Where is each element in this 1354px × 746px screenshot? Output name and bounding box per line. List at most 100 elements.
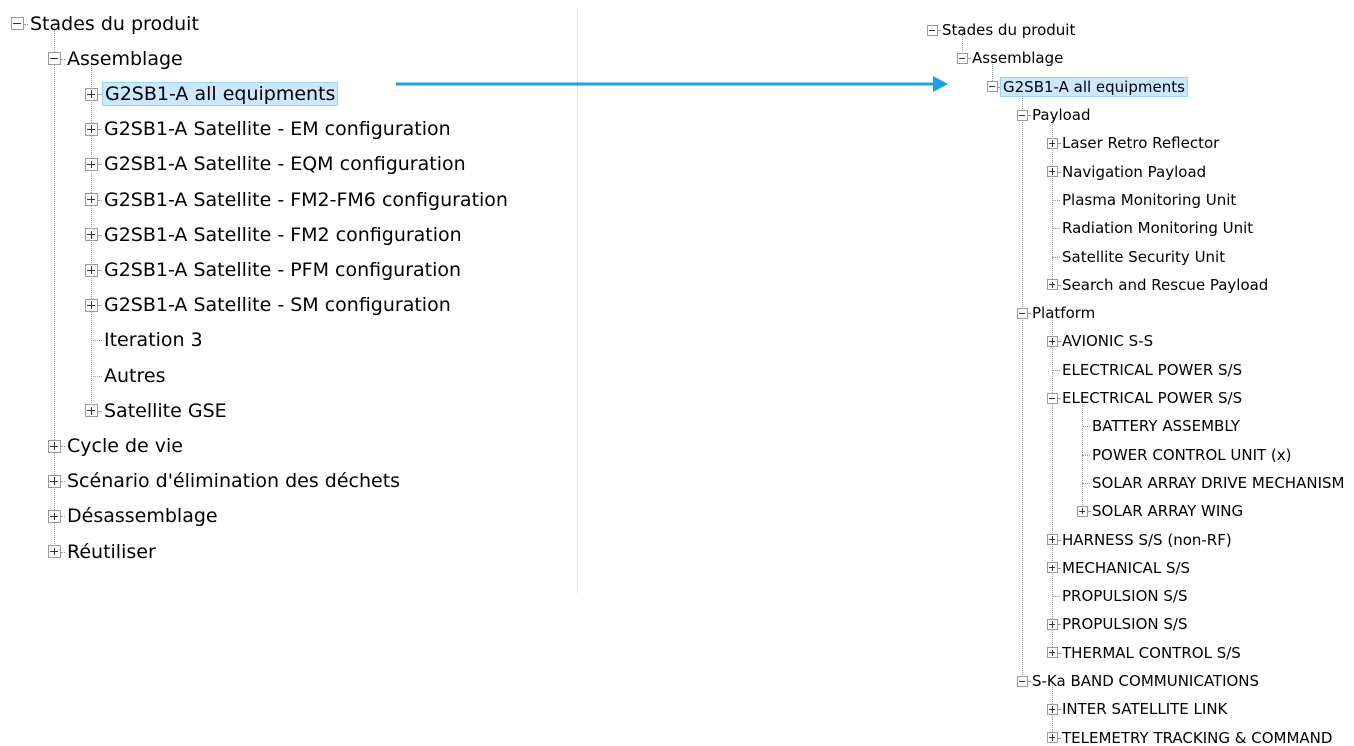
tree-guide-line <box>1022 86 1023 682</box>
tree-node-label[interactable]: Payload <box>1032 106 1091 124</box>
collapse-minus-icon[interactable] <box>1016 675 1028 687</box>
tree-node-label[interactable]: HARNESS S/S (non-RF) <box>1062 531 1232 549</box>
tree-connector <box>1057 737 1060 739</box>
tree-node-label[interactable]: Assemblage <box>67 48 183 70</box>
expand-plus-icon[interactable] <box>1046 137 1058 149</box>
expand-plus-icon[interactable] <box>84 404 98 418</box>
tree-connector <box>97 270 102 271</box>
tree-connector <box>1057 341 1060 343</box>
tree-node-label[interactable]: G2SB1-A Satellite - FM2 configuration <box>104 224 462 246</box>
tree-node-label[interactable]: TELEMETRY TRACKING & COMMAND <box>1062 729 1332 746</box>
expand-plus-icon[interactable] <box>1046 534 1058 546</box>
tree-node-label[interactable]: THERMAL CONTROL S/S <box>1062 644 1241 662</box>
tree-node-label[interactable]: Cycle de vie <box>67 435 183 457</box>
tree-node-label[interactable]: SOLAR ARRAY WING <box>1092 502 1243 520</box>
tree-node-label[interactable]: Réutiliser <box>67 541 156 563</box>
tree-connector <box>23 23 28 25</box>
tree-node-label[interactable]: G2SB1-A Satellite - PFM configuration <box>104 259 461 281</box>
tree-node-label[interactable]: MECHANICAL S/S <box>1062 559 1190 577</box>
expand-plus-icon[interactable] <box>1046 166 1058 178</box>
collapse-minus-icon[interactable] <box>956 52 968 64</box>
expand-plus-icon[interactable] <box>1046 732 1058 744</box>
expand-plus-icon[interactable] <box>1046 647 1058 659</box>
tree-connector <box>1057 624 1060 626</box>
tree-node-label[interactable]: Désassemblage <box>67 505 218 527</box>
collapse-minus-icon[interactable] <box>926 24 938 36</box>
tree-node-label[interactable]: G2SB1-A all equipments <box>102 82 339 106</box>
expand-plus-icon[interactable] <box>84 193 98 207</box>
tree-node-label[interactable]: Satellite Security Unit <box>1062 248 1225 266</box>
tree-node-label[interactable]: G2SB1-A Satellite - SM configuration <box>104 294 451 316</box>
tree-connector <box>1052 199 1060 201</box>
tree-node-label[interactable]: Laser Retro Reflector <box>1062 134 1219 152</box>
expand-plus-icon[interactable] <box>84 298 98 312</box>
tree-guide-line <box>54 23 55 552</box>
left-tree-view[interactable]: Stades du produit Assemblage G2SB1-A all e… <box>0 0 578 746</box>
tree-node-label[interactable]: Stades du produit <box>942 21 1075 39</box>
expand-plus-icon[interactable] <box>1046 279 1058 291</box>
tree-connector <box>1087 511 1090 513</box>
tree-connector <box>1057 143 1060 145</box>
tree-node-label[interactable]: Platform <box>1032 304 1095 322</box>
tree-node-label[interactable]: S-Ka BAND COMMUNICATIONS <box>1032 672 1259 690</box>
tree-connector <box>60 481 65 483</box>
tree-node-label[interactable]: Radiation Monitoring Unit <box>1062 219 1253 237</box>
expand-plus-icon[interactable] <box>47 439 61 453</box>
tree-node-label[interactable]: AVIONIC S-S <box>1062 332 1153 350</box>
expand-plus-icon[interactable] <box>47 509 61 523</box>
tree-connector <box>937 30 940 32</box>
expand-plus-icon[interactable] <box>84 228 98 242</box>
tree-node-label[interactable]: BATTERY ASSEMBLY <box>1092 417 1240 435</box>
expand-plus-icon[interactable] <box>1046 335 1058 347</box>
tree-node-label[interactable]: G2SB1-A all equipments <box>1000 76 1188 97</box>
tree-node-label[interactable]: G2SB1-A Satellite - EM configuration <box>104 118 451 140</box>
tree-node-label[interactable]: Search and Rescue Payload <box>1062 276 1268 294</box>
tree-connector <box>60 516 65 518</box>
collapse-minus-icon[interactable] <box>1016 109 1028 121</box>
expand-plus-icon[interactable] <box>84 87 98 101</box>
collapse-minus-icon[interactable] <box>1046 392 1058 404</box>
expand-plus-icon[interactable] <box>1046 562 1058 574</box>
expand-plus-icon[interactable] <box>1046 618 1058 630</box>
tree-connector <box>1052 256 1060 258</box>
tree-node-label[interactable]: POWER CONTROL UNIT (x) <box>1092 446 1292 464</box>
expand-plus-icon[interactable] <box>84 263 98 277</box>
tree-connector <box>1057 398 1060 400</box>
collapse-minus-icon[interactable] <box>10 17 24 31</box>
tree-node-label[interactable]: Plasma Monitoring Unit <box>1062 191 1236 209</box>
tree-node-label[interactable]: Iteration 3 <box>104 329 203 351</box>
collapse-minus-icon[interactable] <box>1016 307 1028 319</box>
tree-connector <box>97 164 102 166</box>
tree-node-label[interactable]: Navigation Payload <box>1062 163 1206 181</box>
expand-plus-icon[interactable] <box>47 474 61 488</box>
tree-node-label[interactable]: PROPULSION S/S <box>1062 587 1188 605</box>
tree-node-label[interactable]: G2SB1-A Satellite - EQM configuration <box>104 153 466 175</box>
tree-node-label[interactable]: Autres <box>104 365 165 387</box>
tree-connector <box>91 375 102 377</box>
expand-plus-icon[interactable] <box>1046 703 1058 715</box>
tree-connector <box>1057 284 1060 286</box>
expand-plus-icon[interactable] <box>84 122 98 136</box>
tree-connector <box>60 58 65 60</box>
collapse-minus-icon[interactable] <box>47 52 61 66</box>
expand-plus-icon[interactable] <box>47 545 61 559</box>
tree-connector <box>91 340 102 342</box>
tree-node-label[interactable]: Stades du produit <box>30 13 199 35</box>
tree-node-label[interactable]: Scénario d'élimination des déchets <box>67 470 400 492</box>
tree-connector <box>1052 228 1060 230</box>
tree-node-label[interactable]: INTER SATELLITE LINK <box>1062 700 1227 718</box>
tree-node-label[interactable]: SOLAR ARRAY DRIVE MECHANISM <box>1092 474 1344 492</box>
expand-plus-icon[interactable] <box>84 157 98 171</box>
tree-node-label[interactable]: ELECTRICAL POWER S/S <box>1062 389 1242 407</box>
collapse-minus-icon[interactable] <box>986 81 998 93</box>
tree-node-label[interactable]: PROPULSION S/S <box>1062 615 1188 633</box>
tree-node-label[interactable]: Assemblage <box>972 49 1063 67</box>
tree-connector <box>1027 115 1030 117</box>
expand-plus-icon[interactable] <box>1076 505 1088 517</box>
tree-connector <box>1082 426 1090 428</box>
tree-connector <box>1057 539 1060 541</box>
tree-node-label[interactable]: G2SB1-A Satellite - FM2-FM6 configuratio… <box>104 189 508 211</box>
tree-node-label[interactable]: Satellite GSE <box>104 400 227 422</box>
tree-node-label[interactable]: ELECTRICAL POWER S/S <box>1062 361 1242 379</box>
right-tree-view[interactable]: Stades du produit Assemblage G2SB1-A all e… <box>914 0 1354 746</box>
